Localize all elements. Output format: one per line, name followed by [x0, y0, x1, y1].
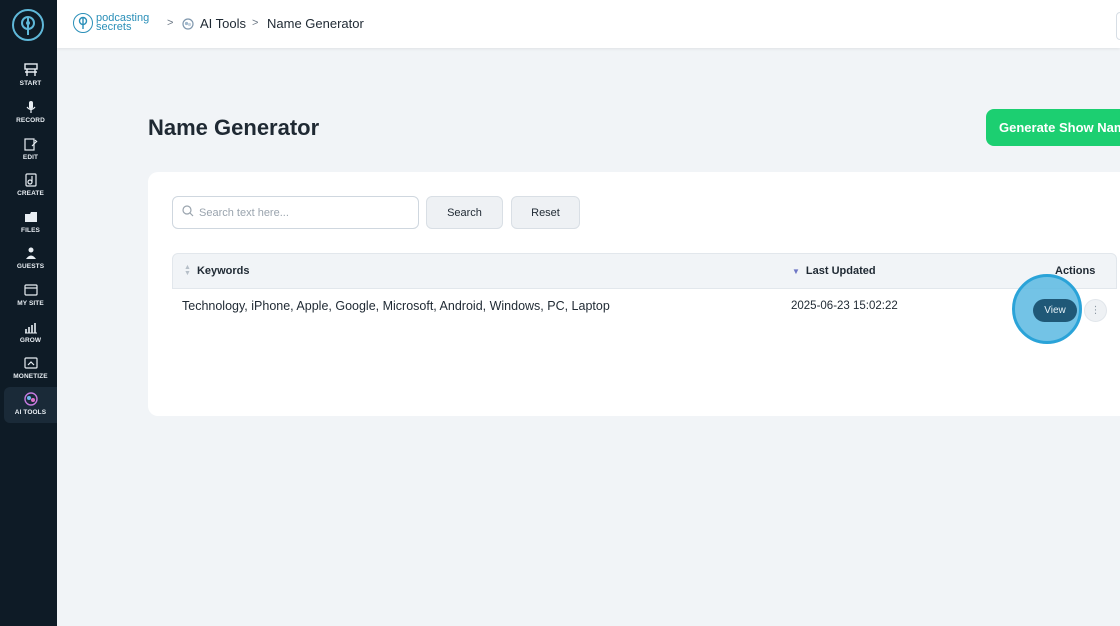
sidebar-item-edit[interactable]: EDIT — [4, 132, 57, 168]
column-keywords[interactable]: ▲ ▼ Keywords — [184, 264, 250, 277]
sidebar-item-record[interactable]: RECORD — [4, 95, 57, 131]
sidebar-item-label: AI TOOLS — [14, 409, 47, 416]
search-button[interactable]: Search — [426, 196, 503, 229]
sidebar-item-label: GROW — [19, 337, 42, 344]
more-options-icon[interactable]: ⋮ — [1084, 299, 1107, 322]
sidebar: START RECORD EDIT CREATE FILES GUESTS MY… — [0, 0, 57, 626]
sidebar-item-label: MONETIZE — [13, 373, 48, 380]
sidebar-item-label: FILES — [21, 227, 40, 234]
breadcrumb-ai-tools[interactable]: AI Tools — [200, 16, 246, 31]
brand-line2: secrets — [96, 21, 132, 33]
search-field[interactable] — [172, 196, 419, 229]
guests-icon — [23, 245, 39, 261]
ai-tools-icon — [23, 391, 39, 407]
sidebar-item-label: RECORD — [16, 117, 45, 124]
reset-button[interactable]: Reset — [511, 196, 580, 229]
sidebar-item-label: MY SITE — [17, 300, 44, 307]
column-actions: Actions — [1055, 265, 1096, 277]
generate-show-name-button[interactable]: Generate Show Nam — [986, 109, 1120, 146]
create-icon — [23, 172, 39, 188]
podcast-logo-icon — [73, 13, 93, 33]
results-card: Search Reset ▲▼ Keywords ▼ Last Updated … — [148, 172, 1120, 416]
sidebar-item-create[interactable]: CREATE — [4, 168, 57, 204]
app-logo-icon[interactable] — [12, 9, 44, 41]
sidebar-item-my-site[interactable]: MY SITE — [4, 278, 57, 314]
brand-logo[interactable]: podcasting secrets — [73, 10, 149, 36]
chevron-right-icon: > — [167, 17, 174, 29]
start-icon — [23, 62, 39, 78]
sidebar-item-grow[interactable]: GROW — [4, 315, 57, 351]
top-right-control[interactable] — [1116, 12, 1120, 40]
view-button[interactable]: View — [1033, 299, 1077, 322]
sidebar-item-monetize[interactable]: MONETIZE — [4, 351, 57, 387]
breadcrumb-name-generator: Name Generator — [267, 16, 364, 31]
sidebar-item-label: START — [19, 80, 42, 87]
sidebar-item-label: CREATE — [17, 190, 44, 197]
site-icon — [23, 282, 39, 298]
files-icon — [23, 209, 39, 225]
chevron-right-icon: > — [252, 17, 259, 29]
sidebar-item-label: EDIT — [22, 154, 39, 161]
edit-icon — [23, 136, 39, 152]
table-row: Technology, iPhone, Apple, Google, Micro… — [172, 289, 1117, 327]
sidebar-item-label: GUESTS — [16, 263, 45, 270]
microphone-icon — [23, 99, 39, 115]
keywords-cell: Technology, iPhone, Apple, Google, Micro… — [182, 299, 610, 313]
brand-text: podcasting secrets — [96, 13, 149, 33]
last-updated-cell: 2025-06-23 15:02:22 — [791, 300, 898, 312]
sidebar-item-guests[interactable]: GUESTS — [4, 241, 57, 277]
top-bar: podcasting secrets > AI Tools > Name Gen… — [57, 0, 1120, 48]
sort-icon: ▲ ▼ — [184, 264, 191, 277]
grow-icon — [23, 319, 39, 335]
monetize-icon — [23, 355, 39, 371]
ai-tools-crumb-icon — [182, 17, 194, 35]
sidebar-item-files[interactable]: FILES — [4, 205, 57, 241]
search-icon — [182, 204, 194, 222]
sidebar-item-ai-tools[interactable]: AI TOOLS — [4, 387, 57, 423]
sidebar-item-start[interactable]: START — [4, 58, 57, 94]
table-header: ▲ ▼ Keywords ▼ Last Updated Actions — [172, 253, 1117, 289]
search-input[interactable] — [199, 206, 399, 219]
page-title: Name Generator — [148, 115, 320, 140]
sort-desc-icon: ▼ — [792, 266, 800, 276]
column-last-updated[interactable]: ▼ Last Updated — [792, 265, 876, 277]
